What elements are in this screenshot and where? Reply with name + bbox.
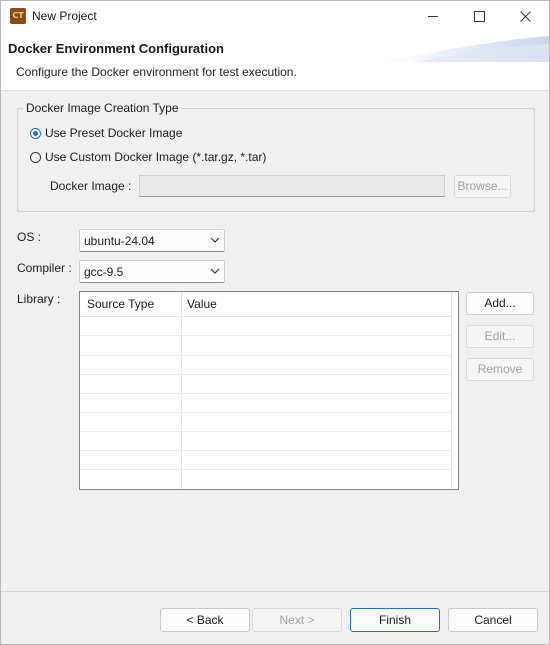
radio-unchecked-icon[interactable] bbox=[30, 151, 41, 163]
custom-image-option[interactable]: Use Custom Docker Image (*.tar.gz, *.tar… bbox=[30, 149, 266, 165]
docker-image-label: Docker Image : bbox=[50, 179, 132, 193]
back-button[interactable]: < Back bbox=[160, 608, 250, 632]
table-row bbox=[80, 374, 451, 394]
table-row bbox=[80, 393, 451, 413]
table-row bbox=[80, 412, 451, 432]
page-title: Docker Environment Configuration bbox=[8, 41, 224, 56]
table-row bbox=[80, 336, 451, 356]
compiler-select[interactable]: gcc-9.5 bbox=[79, 260, 225, 283]
wizard-header: Docker Environment Configuration Configu… bbox=[1, 32, 549, 91]
cancel-button[interactable]: Cancel bbox=[448, 608, 538, 632]
os-select[interactable]: ubuntu-24.04 bbox=[79, 229, 225, 252]
column-value[interactable]: Value bbox=[187, 297, 217, 311]
close-button[interactable] bbox=[503, 1, 549, 32]
image-creation-group-title: Docker Image Creation Type bbox=[23, 101, 182, 115]
minimize-icon bbox=[428, 16, 438, 17]
table-row bbox=[80, 450, 451, 470]
custom-image-label: Use Custom Docker Image (*.tar.gz, *.tar… bbox=[45, 150, 267, 164]
radio-checked-icon[interactable] bbox=[30, 127, 41, 139]
chevron-down-icon bbox=[210, 268, 220, 274]
preset-image-option[interactable]: Use Preset Docker Image bbox=[30, 125, 182, 141]
docker-image-field[interactable] bbox=[139, 175, 445, 197]
table-row bbox=[80, 355, 451, 375]
minimize-button[interactable] bbox=[411, 1, 457, 32]
chevron-down-icon bbox=[210, 237, 220, 243]
compiler-label: Compiler : bbox=[17, 261, 72, 275]
library-label: Library : bbox=[17, 292, 61, 306]
library-table[interactable]: Source Type Value bbox=[79, 291, 459, 490]
browse-button[interactable]: Browse... bbox=[454, 175, 511, 198]
os-label: OS : bbox=[17, 230, 42, 244]
page-description: Configure the Docker environment for tes… bbox=[16, 65, 297, 79]
maximize-button[interactable] bbox=[457, 1, 503, 32]
finish-button[interactable]: Finish bbox=[350, 608, 440, 632]
app-icon: CT bbox=[10, 8, 26, 24]
window-title: New Project bbox=[32, 9, 97, 23]
column-source-type[interactable]: Source Type bbox=[87, 297, 154, 311]
next-button[interactable]: Next > bbox=[252, 608, 342, 632]
compiler-select-value: gcc-9.5 bbox=[84, 265, 124, 279]
title-bar: CT New Project bbox=[1, 1, 549, 32]
maximize-icon bbox=[474, 11, 485, 22]
header-banner-graphic bbox=[379, 36, 549, 62]
table-row bbox=[80, 431, 451, 451]
footer-divider bbox=[1, 591, 549, 592]
table-row bbox=[80, 316, 451, 336]
edit-library-button[interactable]: Edit... bbox=[466, 325, 534, 348]
new-project-dialog: CT New Project Docker Environment Config… bbox=[0, 0, 550, 645]
column-divider bbox=[451, 292, 452, 489]
remove-library-button[interactable]: Remove bbox=[466, 358, 534, 381]
close-icon bbox=[520, 11, 531, 22]
library-table-header: Source Type Value bbox=[80, 292, 452, 317]
preset-image-label: Use Preset Docker Image bbox=[45, 126, 183, 140]
add-library-button[interactable]: Add... bbox=[466, 292, 534, 315]
os-select-value: ubuntu-24.04 bbox=[84, 234, 155, 248]
